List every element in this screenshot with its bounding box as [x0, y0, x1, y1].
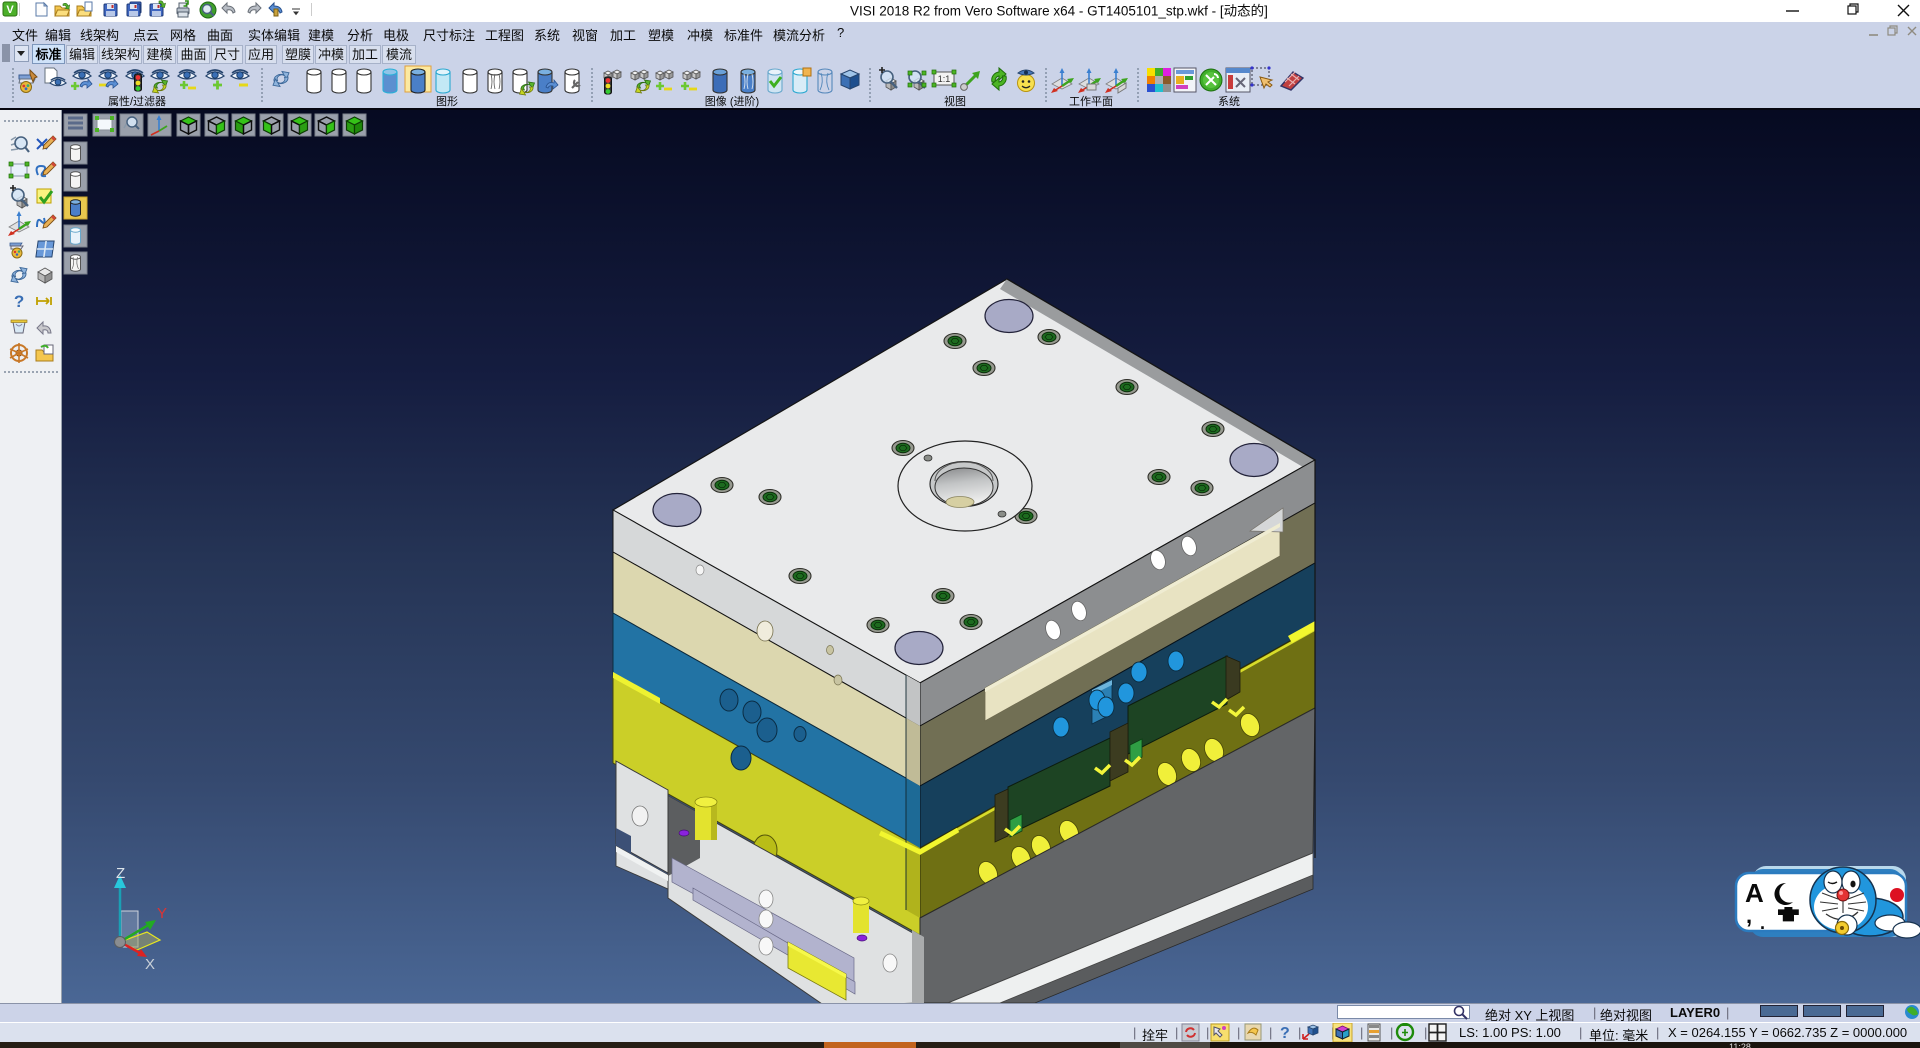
svg-text:,: , [1746, 903, 1752, 928]
svg-text:图像 (进阶): 图像 (进阶) [705, 94, 759, 108]
svg-text:.: . [1760, 913, 1765, 933]
svg-text:X: X [145, 956, 155, 973]
svg-text:Z: Z [116, 865, 125, 882]
svg-text:Y: Y [157, 905, 167, 922]
svg-text:?: ? [14, 292, 24, 311]
svg-text:系统: 系统 [1218, 95, 1240, 108]
svg-text:V: V [6, 4, 14, 16]
svg-text:属性/过滤器: 属性/过滤器 [108, 94, 166, 108]
svg-text:1:1: 1:1 [938, 74, 951, 84]
svg-text:VISI 2018 R2 from Vero Softwar: VISI 2018 R2 from Vero Software x64 - GT… [850, 4, 1268, 19]
svg-text:?: ? [1280, 1025, 1290, 1042]
svg-text:工作平面: 工作平面 [1069, 95, 1113, 108]
svg-text:视图: 视图 [944, 94, 966, 108]
svg-text:图形: 图形 [436, 95, 458, 108]
